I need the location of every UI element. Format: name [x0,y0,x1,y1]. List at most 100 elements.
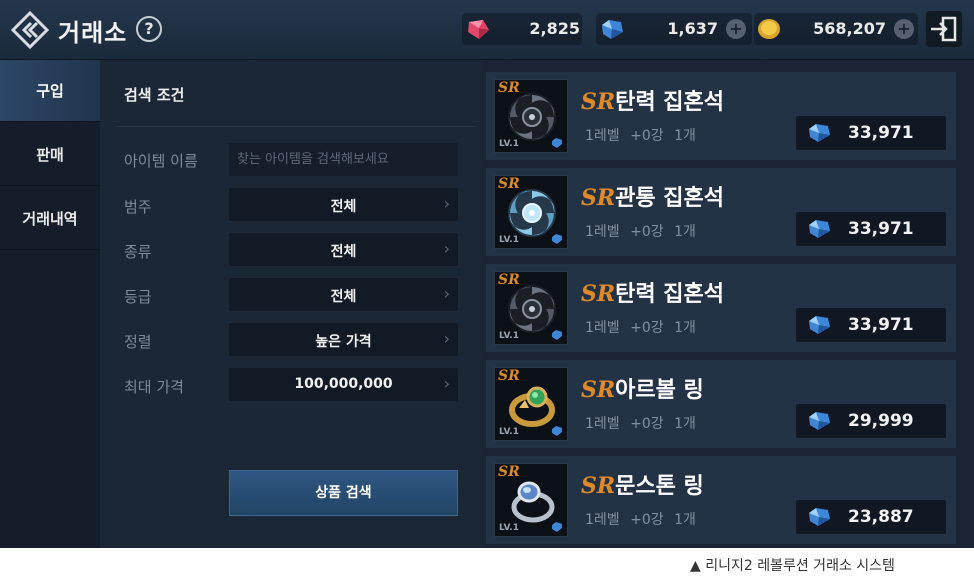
blue-diamond-icon [552,138,562,148]
divider [116,126,476,127]
price-value: 29,999 [848,411,914,431]
search-button[interactable]: 상품 검색 [229,470,458,516]
blue-diamond-icon [552,234,562,244]
search-panel: 검색 조건 아이템 이름 범주 전체 › 종류 전체 › 등급 전체 › 정렬 … [100,60,482,548]
item-enhance: +0강 [630,416,664,432]
item-name: SR관통 집혼석 [581,180,724,212]
item-name: SR탄력 집혼석 [581,84,724,116]
thumb-level: LV.1 [499,427,519,437]
list-item[interactable]: SR LV.1 SR아르볼 링 1레벨 +0강 1개 29,999 [486,360,956,448]
item-level: 1레벨 [585,128,620,144]
item-enhance: +0강 [630,320,664,336]
item-level: 1레벨 [585,320,620,336]
back-button[interactable] [10,10,50,50]
price-tag: 33,971 [796,116,946,150]
tab-buy[interactable]: 구입 [0,60,100,122]
item-qty: 1개 [674,128,696,144]
item-enhance: +0강 [630,128,664,144]
chevron-right-icon: › [443,329,450,348]
list-item[interactable]: SR LV.1 SR관통 집혼석 1레벨 +0강 1개 33,971 [486,168,956,256]
list-item[interactable]: SR LV.1 SR탄력 집혼석 1레벨 +0강 1개 33,971 [486,264,956,352]
silver-ring-icon [511,481,555,523]
type-value: 전체 [330,244,357,260]
blue-diamond-icon [809,124,830,142]
item-qty: 1개 [674,224,696,240]
list-item[interactable]: SR LV.1 SR탄력 집혼석 1레벨 +0강 1개 33,971 [486,72,956,160]
currency-gold: 568,207 + [754,13,918,45]
sort-label: 정렬 [124,333,152,351]
max-price-field[interactable]: 100,000,000 › [229,368,458,401]
tab-sell[interactable]: 판매 [0,124,100,186]
thumb-grade: SR [498,176,520,192]
blue-diamond-icon [809,220,830,238]
grade-select[interactable]: 전체 › [229,278,458,311]
exit-button[interactable] [926,11,962,47]
item-qty: 1개 [674,416,696,432]
dark-orb-icon [508,285,556,333]
item-title: 관통 집혼석 [615,186,725,211]
category-select[interactable]: 전체 › [229,188,458,221]
item-level: 1레벨 [585,224,620,240]
item-title: 문스톤 링 [615,474,704,499]
page-title: 거래소 [58,19,128,47]
exit-door-icon [931,16,957,42]
chevron-right-icon: › [443,374,450,393]
grade-tag: SR [581,281,616,307]
grade-value: 전체 [330,289,357,305]
item-thumbnail: SR LV.1 [494,175,568,249]
image-caption: ▲ 리니지2 레볼루션 거래소 시스템 [690,558,895,574]
list-item[interactable]: SR LV.1 SR문스톤 링 1레벨 +0강 1개 23,887 [486,456,956,544]
price-tag: 33,971 [796,212,946,246]
item-name: SR문스톤 링 [581,468,704,500]
sort-value: 높은 가격 [315,334,372,350]
price-tag: 23,887 [796,500,946,534]
grade-label: 등급 [124,288,152,306]
max-price-value: 100,000,000 [294,376,393,392]
item-title: 탄력 집혼석 [615,90,725,115]
max-price-label: 최대 가격 [124,378,184,396]
item-name-input[interactable] [229,143,458,176]
sort-select[interactable]: 높은 가격 › [229,323,458,356]
search-panel-title: 검색 조건 [124,86,185,104]
item-title: 아르볼 링 [615,378,704,403]
add-diamond-button[interactable]: + [726,19,746,39]
add-gold-button[interactable]: + [894,19,914,39]
blue-diamond-icon [552,330,562,340]
price-value: 33,971 [848,123,914,143]
thumb-level: LV.1 [499,331,519,341]
item-title: 탄력 집혼석 [615,282,725,307]
thumb-grade: SR [498,464,520,480]
price-value: 23,887 [848,507,914,527]
thumb-grade: SR [498,80,520,96]
gold-amount: 568,207 [813,19,886,38]
gold-coin-icon [758,19,780,39]
exchange-screen: 거래소 ? 2,825 1,637 + 568,207 + 구입 판매 거래내역… [0,0,974,548]
red-gem-amount: 2,825 [529,19,580,38]
item-thumbnail: SR LV.1 [494,79,568,153]
thumb-level: LV.1 [499,139,519,149]
category-value: 전체 [330,199,357,215]
price-tag: 33,971 [796,308,946,342]
item-level: 1레벨 [585,416,620,432]
tab-history[interactable]: 거래내역 [0,188,100,250]
type-label: 종류 [124,243,152,261]
category-label: 범주 [124,198,152,216]
currency-blue-diamond: 1,637 + [596,13,752,45]
side-tabs: 구입 판매 거래내역 [0,60,100,548]
currency-red-gem: 2,825 [462,13,582,45]
item-name-label: 아이템 이름 [124,152,198,170]
item-enhance: +0강 [630,224,664,240]
item-meta: 1레벨 +0강 1개 [585,221,696,241]
gold-ring-icon [509,386,555,427]
chevron-right-icon: › [443,284,450,303]
type-select[interactable]: 전체 › [229,233,458,266]
item-level: 1레벨 [585,512,620,528]
blue-diamond-amount: 1,637 [667,19,718,38]
item-name: SR아르볼 링 [581,372,704,404]
help-button[interactable]: ? [136,16,162,42]
chevron-right-icon: › [443,239,450,258]
grade-tag: SR [581,377,616,403]
price-tag: 29,999 [796,404,946,438]
blue-diamond-icon [809,316,830,334]
item-qty: 1개 [674,320,696,336]
